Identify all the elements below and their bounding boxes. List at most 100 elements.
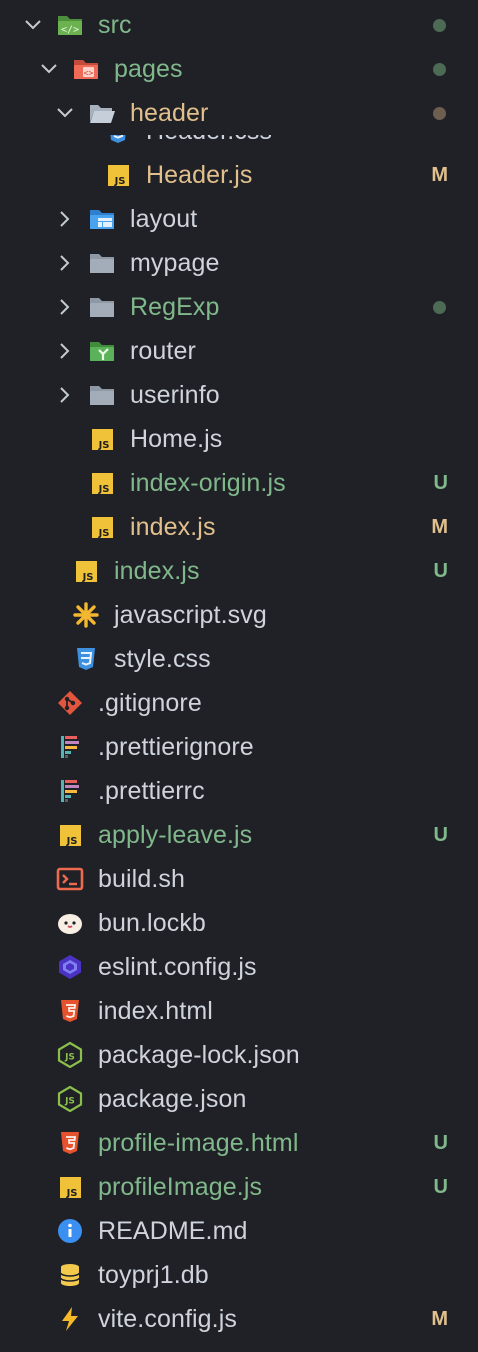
git-status-badge: U: [433, 560, 448, 582]
folder-item[interactable]: RegExp: [0, 285, 478, 329]
vite-icon: [56, 1306, 84, 1332]
file-item[interactable]: toyprj1.db: [0, 1253, 478, 1297]
item-label: javascript.svg: [114, 601, 267, 629]
file-item[interactable]: vite.config.js M: [0, 1297, 478, 1341]
file-item[interactable]: .prettierrc: [0, 769, 478, 813]
prettier-icon: [56, 734, 84, 760]
file-item[interactable]: JS apply-leave.js U: [0, 813, 478, 857]
html-icon: [56, 1130, 84, 1156]
item-label: src: [98, 11, 132, 39]
git-status-badge: M: [431, 516, 448, 538]
item-label: .prettierrc: [98, 777, 205, 805]
item-label: pages: [114, 55, 183, 83]
nodejs-icon: JS: [56, 1085, 84, 1113]
chevron-right-icon[interactable]: [56, 342, 74, 360]
folder-item[interactable]: <> pages: [0, 47, 478, 91]
folder-item[interactable]: router: [0, 329, 478, 373]
chevron-right-icon[interactable]: [56, 386, 74, 404]
chevron-right-icon[interactable]: [56, 298, 74, 316]
svg-text:JS: JS: [66, 836, 78, 847]
file-item[interactable]: .prettierignore: [0, 725, 478, 769]
item-label: Header.css: [146, 135, 272, 153]
folder-item[interactable]: userinfo: [0, 373, 478, 417]
git-status-badge: U: [433, 472, 448, 494]
chevron-down-icon[interactable]: [24, 16, 42, 34]
git-status-badge: U: [433, 1176, 448, 1198]
item-label: index.html: [98, 997, 213, 1025]
terminal-icon: [56, 866, 84, 892]
item-label: layout: [130, 205, 198, 233]
item-label: index-origin.js: [130, 469, 286, 497]
file-item[interactable]: JS Header.js M: [0, 153, 478, 197]
js-icon: JS: [56, 822, 84, 848]
file-item[interactable]: Header.css: [0, 135, 478, 153]
folder-item[interactable]: layout: [0, 197, 478, 241]
item-label: mypage: [130, 249, 220, 277]
item-label: index.js: [114, 557, 200, 585]
file-item[interactable]: JS Home.js: [0, 417, 478, 461]
file-item[interactable]: bun.lockb: [0, 901, 478, 945]
svg-text:JS: JS: [66, 1188, 78, 1199]
git-status-badge: M: [431, 1308, 448, 1330]
pages-folder-icon: <>: [72, 56, 100, 82]
item-label: index.js: [130, 513, 216, 541]
git-status-badge: U: [433, 824, 448, 846]
item-label: bun.lockb: [98, 909, 206, 937]
layout-folder-icon: [88, 206, 116, 232]
info-icon: [56, 1218, 84, 1244]
js-icon: JS: [72, 558, 100, 584]
file-item[interactable]: build.sh: [0, 857, 478, 901]
folder-item[interactable]: mypage: [0, 241, 478, 285]
item-label: style.css: [114, 645, 211, 673]
chevron-down-icon[interactable]: [56, 104, 74, 122]
item-label: apply-leave.js: [98, 821, 253, 849]
item-label: profileImage.js: [98, 1173, 263, 1201]
item-label: vite.config.js: [98, 1305, 237, 1333]
file-item[interactable]: .gitignore: [0, 681, 478, 725]
js-icon: JS: [88, 514, 116, 540]
file-item[interactable]: eslint.config.js: [0, 945, 478, 989]
item-label: router: [130, 337, 196, 365]
file-item[interactable]: JS profileImage.js U: [0, 1165, 478, 1209]
item-label: Header.js: [146, 161, 253, 189]
file-item[interactable]: profile-image.html U: [0, 1121, 478, 1165]
item-label: package.json: [98, 1085, 247, 1113]
svg-icon: [72, 602, 100, 628]
file-item[interactable]: style.css: [0, 637, 478, 681]
file-item[interactable]: JS index.js U: [0, 549, 478, 593]
file-item[interactable]: index.html: [0, 989, 478, 1033]
git-status-badge: M: [431, 164, 448, 186]
item-label: package-lock.json: [98, 1041, 300, 1069]
file-item[interactable]: JS package-lock.json: [0, 1033, 478, 1077]
folder-item[interactable]: header: [0, 91, 478, 135]
file-item[interactable]: javascript.svg: [0, 593, 478, 637]
item-label: toyprj1.db: [98, 1261, 209, 1289]
css-icon: [72, 646, 100, 672]
svg-text:JS: JS: [64, 1097, 75, 1107]
item-label: userinfo: [130, 381, 220, 409]
prettier-icon: [56, 778, 84, 804]
eslint-icon: [56, 954, 84, 980]
folder-icon: [88, 294, 116, 320]
nodejs-icon: JS: [56, 1041, 84, 1069]
chevron-down-icon[interactable]: [40, 60, 58, 78]
folder-icon: [88, 382, 116, 408]
svg-text:JS: JS: [114, 176, 126, 187]
database-icon: [56, 1262, 84, 1288]
css-icon: [104, 135, 132, 145]
item-label: Home.js: [130, 425, 223, 453]
item-label: .prettierignore: [98, 733, 254, 761]
html-icon: [56, 998, 84, 1024]
svg-text:JS: JS: [64, 1053, 75, 1063]
chevron-right-icon[interactable]: [56, 254, 74, 272]
file-item[interactable]: JS index-origin.js U: [0, 461, 478, 505]
item-label: eslint.config.js: [98, 953, 257, 981]
file-item[interactable]: JS package.json: [0, 1077, 478, 1121]
svg-text:JS: JS: [98, 528, 110, 539]
item-label: .gitignore: [98, 689, 202, 717]
chevron-right-icon[interactable]: [56, 210, 74, 228]
folder-icon: [88, 250, 116, 276]
file-item[interactable]: README.md: [0, 1209, 478, 1253]
folder-item[interactable]: </> src: [0, 3, 478, 47]
file-item[interactable]: JS index.js M: [0, 505, 478, 549]
